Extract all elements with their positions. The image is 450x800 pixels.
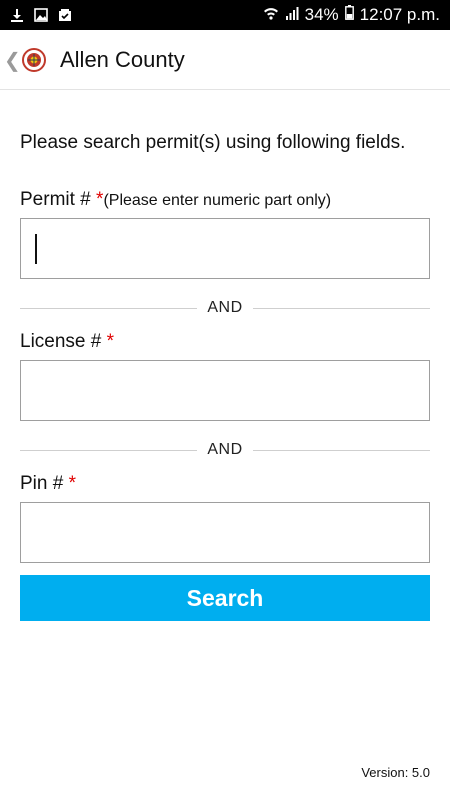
system-status: 34% 12:07 p.m. bbox=[263, 0, 440, 30]
gallery-check-icon bbox=[58, 8, 72, 22]
search-button[interactable]: Search bbox=[20, 575, 430, 621]
and-divider: AND bbox=[20, 298, 430, 318]
text-cursor bbox=[35, 234, 37, 264]
permit-hint: (Please enter numeric part only) bbox=[103, 192, 332, 209]
battery-percent: 34% bbox=[304, 5, 339, 24]
pin-label: Pin # * bbox=[20, 473, 76, 495]
and-text: AND bbox=[207, 299, 243, 316]
and-text: AND bbox=[207, 441, 243, 458]
notification-icons bbox=[0, 8, 72, 22]
app-logo[interactable] bbox=[16, 40, 52, 80]
search-instructions: Please search permit(s) using following … bbox=[20, 132, 406, 153]
download-icon bbox=[10, 8, 24, 22]
license-label-text: License # bbox=[20, 331, 102, 352]
app-title: Allen County bbox=[60, 47, 185, 72]
permit-label-text: Permit # bbox=[20, 189, 91, 210]
pin-label-text: Pin # bbox=[20, 473, 64, 494]
permit-input[interactable] bbox=[20, 218, 430, 279]
pin-input[interactable] bbox=[20, 502, 430, 563]
divider-line bbox=[20, 449, 198, 451]
app-bar: ❮ Allen County bbox=[0, 30, 450, 90]
license-label: License # * bbox=[20, 331, 114, 353]
clock: 12:07 p.m. bbox=[359, 5, 440, 24]
version-label: Version: 5.0 bbox=[361, 765, 430, 780]
divider-line bbox=[20, 307, 198, 309]
license-input[interactable] bbox=[20, 360, 430, 421]
wifi-icon bbox=[263, 5, 279, 25]
battery-icon bbox=[344, 5, 354, 25]
permit-label: Permit # *(Please enter numeric part onl… bbox=[20, 189, 331, 211]
image-icon bbox=[34, 8, 48, 22]
signal-icon bbox=[285, 5, 299, 25]
required-asterisk: * bbox=[68, 473, 76, 494]
and-divider: AND bbox=[20, 440, 430, 460]
required-asterisk: * bbox=[106, 331, 115, 352]
status-bar: 34% 12:07 p.m. bbox=[0, 0, 450, 30]
divider-line bbox=[252, 307, 430, 309]
divider-line bbox=[252, 449, 430, 451]
